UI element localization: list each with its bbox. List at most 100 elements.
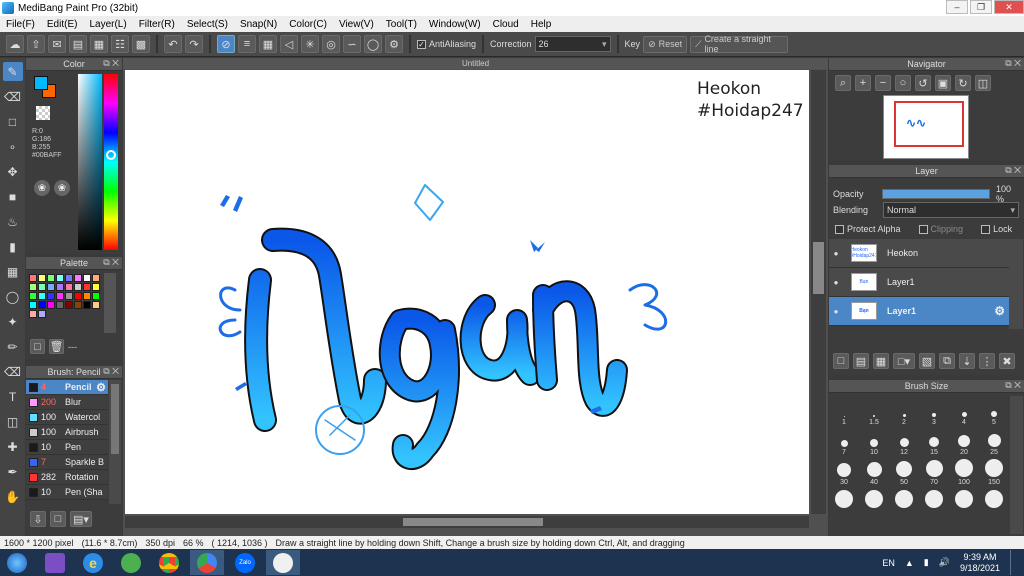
visibility-icon[interactable]: ● [829,278,843,287]
new-swatch-icon[interactable]: □ [30,339,45,354]
brush-size-option[interactable]: 3 [919,396,949,426]
menu-layer[interactable]: Layer(L) [83,19,132,30]
brush-size-option[interactable]: 1 [829,396,859,426]
palette-swatch[interactable] [47,292,55,300]
add-brush-icon[interactable]: □ [50,511,66,527]
palette-swatch[interactable] [56,274,64,282]
tray-expand-icon[interactable]: ▲ [905,558,914,568]
panel-close-icon[interactable]: ⧉ ✕ [1005,58,1021,69]
brush-size-option[interactable] [859,486,889,508]
palette-swatch[interactable] [83,301,91,309]
panel-close-icon[interactable]: ⧉ ✕ [1005,380,1021,391]
main-color-swatch[interactable] [34,76,48,90]
palette-swatch[interactable] [56,283,64,291]
palette-swatch[interactable] [29,292,37,300]
brush-size-option[interactable] [919,486,949,508]
brush-size-option[interactable] [829,486,859,508]
taskbar-visual-studio[interactable] [38,550,72,575]
palette-swatch[interactable] [92,301,100,309]
menu-select[interactable]: Select(S) [181,19,234,30]
clipping-checkbox[interactable] [918,224,928,234]
reset-button[interactable]: ⊘ Reset [643,35,688,53]
palette-swatch[interactable] [65,292,73,300]
fit-window-icon[interactable]: ▣ [935,75,951,91]
rotate-right-icon[interactable]: ↻ [955,75,971,91]
page-icon[interactable]: ▦ [90,35,108,53]
brush-item[interactable]: 100 Watercol [26,410,108,425]
brush-item[interactable]: 7 Sparkle B [26,455,108,470]
palette-swatch[interactable] [56,292,64,300]
saturation-value-picker[interactable] [78,74,102,250]
redo-icon[interactable]: ↷ [185,35,203,53]
brush-size-option[interactable]: 15 [919,426,949,456]
new-layer-icon[interactable]: □ [833,353,849,369]
hue-handle[interactable] [106,150,116,160]
palette-swatch[interactable] [56,301,64,309]
snap-off-icon[interactable]: ⊘ [217,35,235,53]
document-icon[interactable]: ▤ [69,35,87,53]
canvas-tab[interactable]: Untitled [123,58,828,69]
palette-swatch[interactable] [38,292,46,300]
close-button[interactable]: ✕ [994,0,1024,14]
brush-size-option[interactable] [889,486,919,508]
menu-tool[interactable]: Tool(T) [380,19,423,30]
brush-tool-icon[interactable]: ✎ [2,62,23,81]
taskbar-coccoc[interactable] [114,550,148,575]
volume-icon[interactable]: 🔊 [939,557,950,568]
canvas-hscrollbar[interactable] [125,516,809,528]
brush-size-option[interactable]: 4 [949,396,979,426]
taskbar-internet-explorer[interactable]: e [76,550,110,575]
brush-size-option[interactable]: 5 [979,396,1009,426]
layer-row[interactable]: ● Bạn Layer1 [829,268,1009,297]
select-pen-icon[interactable]: ✏ [3,337,23,356]
layer-add-menu-icon[interactable]: □▾ [893,353,915,369]
select-eraser-icon[interactable]: ⌫ [3,362,23,381]
start-button[interactable] [0,550,34,575]
brush-menu-icon[interactable]: ▤▾ [70,511,92,527]
select-tool-icon[interactable]: ▦ [3,262,23,281]
visibility-icon[interactable]: ● [829,249,843,258]
bucket-tool-icon[interactable]: ♨ [3,212,23,231]
new-8bit-layer-icon[interactable]: ▦ [873,353,889,369]
drawing-canvas[interactable]: Heokon #Hoidap247 [125,70,809,514]
menu-filter[interactable]: Filter(R) [133,19,181,30]
brush-scroll-thumb[interactable] [111,384,119,454]
menu-help[interactable]: Help [525,19,558,30]
palette-swatch[interactable] [38,310,46,318]
brush-item[interactable]: 4 Pencil ⚙ [26,380,108,395]
palette-swatch[interactable] [83,292,91,300]
palette-swatch[interactable] [65,301,73,309]
rotate-left-icon[interactable]: ↺ [915,75,931,91]
palette-swatch[interactable] [38,274,46,282]
antialiasing-checkbox[interactable]: ✓ [417,39,426,49]
menu-cloud[interactable]: Cloud [487,19,525,30]
palette-swatch[interactable] [92,283,100,291]
delete-swatch-icon[interactable]: 🗑 [49,339,64,354]
gradient-tool-icon[interactable]: ▮ [3,237,23,256]
palette-swatch[interactable] [29,283,37,291]
radial-snap-icon[interactable]: ✳ [301,35,319,53]
palette-swatch[interactable] [38,283,46,291]
layer-more-icon[interactable]: ⋮ [979,353,995,369]
palette-swatch[interactable] [83,274,91,282]
viewport-indicator[interactable] [894,101,964,147]
palette-swatch[interactable] [38,301,46,309]
actual-size-icon[interactable]: ○ [895,75,911,91]
concentric-snap-icon[interactable]: ◎ [322,35,340,53]
dot-tool-icon[interactable]: ∘ [3,137,23,156]
palette-swatch[interactable] [83,283,91,291]
share-icon[interactable]: ⇧ [27,35,45,53]
brush-size-option[interactable]: 20 [949,426,979,456]
brush-item[interactable]: 10 Pen [26,440,108,455]
pen-icon[interactable]: ✒ [3,462,23,481]
canvas-vscroll-thumb[interactable] [813,242,824,294]
brush-size-option[interactable]: 12 [889,426,919,456]
network-icon[interactable]: ▮ [924,557,929,568]
lasso-tool-icon[interactable]: ◯ [3,287,23,306]
palette-swatch[interactable] [74,301,82,309]
palette-swatch[interactable] [29,310,37,318]
transparent-swatch[interactable] [36,106,50,120]
download-brush-icon[interactable]: ⇩ [30,511,46,527]
flip-icon[interactable]: ◫ [975,75,991,91]
menu-snap[interactable]: Snap(N) [234,19,283,30]
